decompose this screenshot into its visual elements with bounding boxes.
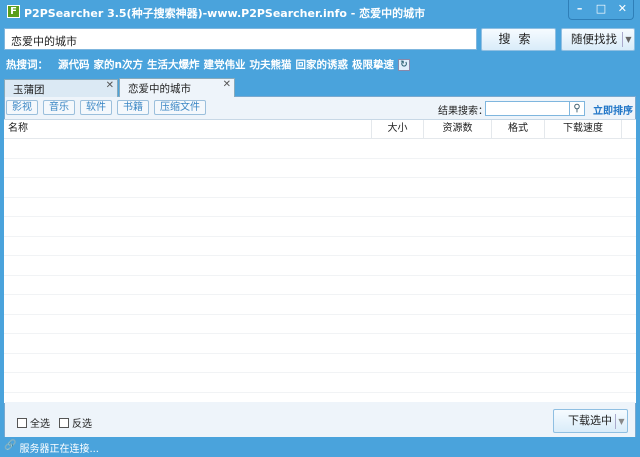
app-icon: F: [7, 5, 20, 18]
bottom-bar: [5, 402, 635, 437]
tab-label: 恋爱中的城市: [128, 83, 191, 95]
column-speed[interactable]: 下载速度: [545, 120, 622, 138]
select-all-label: 全选: [30, 419, 50, 430]
hot-keyword[interactable]: 家的n次方: [94, 57, 143, 72]
close-tab-icon[interactable]: ✕: [223, 79, 231, 90]
close-tab-icon[interactable]: ✕: [106, 80, 114, 91]
random-search-label: 随便找找: [571, 32, 617, 46]
empty-table-row: [4, 256, 636, 276]
empty-table-row: [4, 373, 636, 393]
empty-table-row: [4, 315, 636, 334]
checkbox-icon[interactable]: [59, 417, 69, 428]
tab-active[interactable]: 恋爱中的城市 ✕: [119, 78, 235, 97]
hot-keyword[interactable]: 回家的诱惑: [295, 57, 348, 72]
status-bar: 🔗 服务器正在连接...: [4, 440, 99, 455]
result-search-input[interactable]: [485, 101, 570, 116]
tab-label: 玉蒲团: [13, 84, 45, 96]
empty-table-row: [4, 159, 636, 178]
maximize-button[interactable]: □: [590, 0, 611, 19]
checkbox-icon[interactable]: [17, 417, 27, 428]
hot-keyword[interactable]: 极限挚速: [352, 57, 394, 72]
empty-table-row: [4, 354, 636, 373]
filter-software[interactable]: 软件: [80, 100, 112, 115]
minimize-button[interactable]: –: [569, 0, 590, 19]
title-bar: F P2PSearcher 3.5(种子搜索神器)-www.P2PSearche…: [0, 0, 640, 24]
column-size[interactable]: 大小: [372, 120, 424, 138]
random-search-button[interactable]: 随便找找 ▼: [561, 28, 635, 51]
hot-keywords: 热搜词： 源代码 家的n次方 生活大爆炸 建党伟业 功夫熊猫 回家的诱惑 极限挚…: [6, 57, 410, 72]
empty-table-row: [4, 276, 636, 295]
result-search-label: 结果搜索：: [438, 106, 488, 117]
filter-books[interactable]: 书籍: [117, 100, 149, 115]
invert-selection-checkbox[interactable]: 反选: [59, 415, 92, 430]
select-all-checkbox[interactable]: 全选: [17, 415, 50, 430]
results-table: 名称 大小 资源数 格式 下载速度: [4, 119, 636, 403]
status-text: 服务器正在连接...: [19, 444, 99, 455]
hot-label: 热搜词：: [6, 59, 48, 71]
hot-keyword[interactable]: 功夫熊猫: [249, 57, 291, 72]
filter-archives[interactable]: 压缩文件: [154, 100, 206, 115]
empty-table-row: [4, 295, 636, 315]
empty-table-row: [4, 178, 636, 198]
close-button[interactable]: ✕: [612, 0, 633, 19]
link-icon: 🔗: [4, 440, 17, 451]
invert-label: 反选: [72, 419, 92, 430]
column-sources[interactable]: 资源数: [424, 120, 492, 138]
empty-table-row: [4, 237, 636, 256]
search-icon[interactable]: ⚲: [569, 101, 585, 116]
hot-keyword[interactable]: 源代码: [58, 57, 90, 72]
tab-yuputuan[interactable]: 玉蒲团 ✕: [4, 79, 118, 97]
empty-table-row: [4, 334, 636, 354]
chevron-down-icon[interactable]: ▼: [622, 32, 634, 47]
empty-table-row: [4, 139, 636, 159]
refresh-icon[interactable]: ↻: [397, 58, 410, 71]
filter-music[interactable]: 音乐: [43, 100, 75, 115]
search-input[interactable]: 恋爱中的城市: [4, 28, 477, 50]
filter-video[interactable]: 影视: [6, 100, 38, 115]
download-label: 下载选中: [568, 414, 612, 427]
column-format[interactable]: 格式: [492, 120, 545, 138]
column-name[interactable]: 名称: [4, 120, 372, 138]
window-title: P2PSearcher 3.5(种子搜索神器)-www.P2PSearcher.…: [24, 7, 426, 20]
empty-table-row: [4, 198, 636, 217]
download-selected-button[interactable]: 下载选中 ▼: [553, 409, 628, 433]
hot-keyword[interactable]: 建党伟业: [203, 57, 245, 72]
hot-keyword[interactable]: 生活大爆炸: [147, 57, 200, 72]
empty-table-row: [4, 217, 636, 237]
table-header: 名称 大小 资源数 格式 下载速度: [4, 120, 636, 139]
chevron-down-icon[interactable]: ▼: [615, 414, 627, 429]
sort-now-link[interactable]: 立即排序: [593, 102, 633, 117]
category-filters: 影视 音乐 软件 书籍 压缩文件: [6, 100, 206, 115]
table-body: [4, 139, 636, 403]
search-button[interactable]: 搜索: [481, 28, 556, 51]
